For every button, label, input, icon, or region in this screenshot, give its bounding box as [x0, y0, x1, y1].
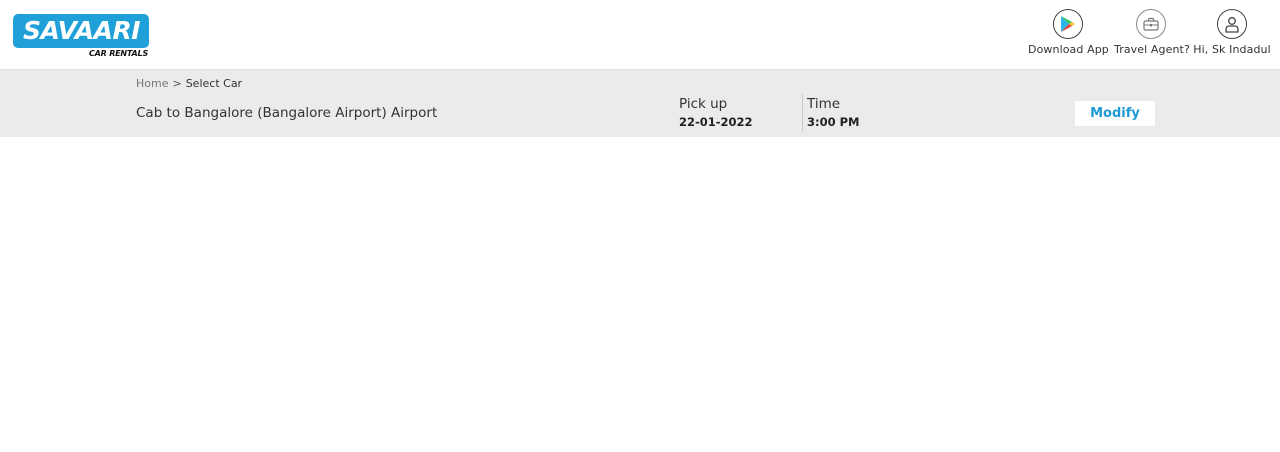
site-header: SAVAARI CAR RENTALS Download App Travel … — [0, 0, 1280, 70]
trip-summary-bar: Home > Select Car Cab to Bangalore (Bangal… — [0, 70, 1280, 137]
logo-badge: SAVAARI — [13, 14, 149, 48]
user-icon — [1217, 9, 1247, 39]
travel-agent-label: Travel Agent? — [1114, 43, 1190, 56]
briefcase-icon — [1136, 9, 1166, 39]
time-label: Time — [807, 96, 841, 112]
user-greeting: Hi, Sk Indadul — [1193, 43, 1271, 56]
trip-route-title: Cab to Bangalore (Bangalore Airport) Air… — [136, 105, 438, 121]
travel-agent-link[interactable]: Travel Agent? — [1114, 9, 1190, 56]
logo-wordmark: SAVAARI — [23, 16, 141, 45]
logo-tagline: CAR RENTALS — [88, 49, 148, 58]
breadcrumb-separator: > — [172, 77, 182, 90]
modify-button[interactable]: Modify — [1075, 101, 1155, 126]
user-account-menu[interactable]: Hi, Sk Indadul — [1193, 9, 1271, 56]
play-store-icon — [1053, 9, 1083, 39]
breadcrumb-home-link[interactable]: Home — [136, 77, 168, 90]
breadcrumb: Home > Select Car — [136, 77, 242, 90]
pickup-date: 22-01-2022 — [679, 115, 753, 129]
time-info: Time 3:00 PM — [807, 96, 859, 129]
pickup-label: Pick up — [679, 96, 728, 112]
savaari-logo[interactable]: SAVAARI CAR RENTALS — [13, 14, 150, 60]
pickup-info: Pick up 22-01-2022 — [679, 96, 753, 129]
time-value: 3:00 PM — [807, 115, 860, 129]
download-app-label: Download App — [1028, 43, 1109, 56]
info-divider — [802, 94, 803, 132]
download-app-link[interactable]: Download App — [1028, 9, 1109, 56]
breadcrumb-current: Select Car — [185, 77, 243, 90]
